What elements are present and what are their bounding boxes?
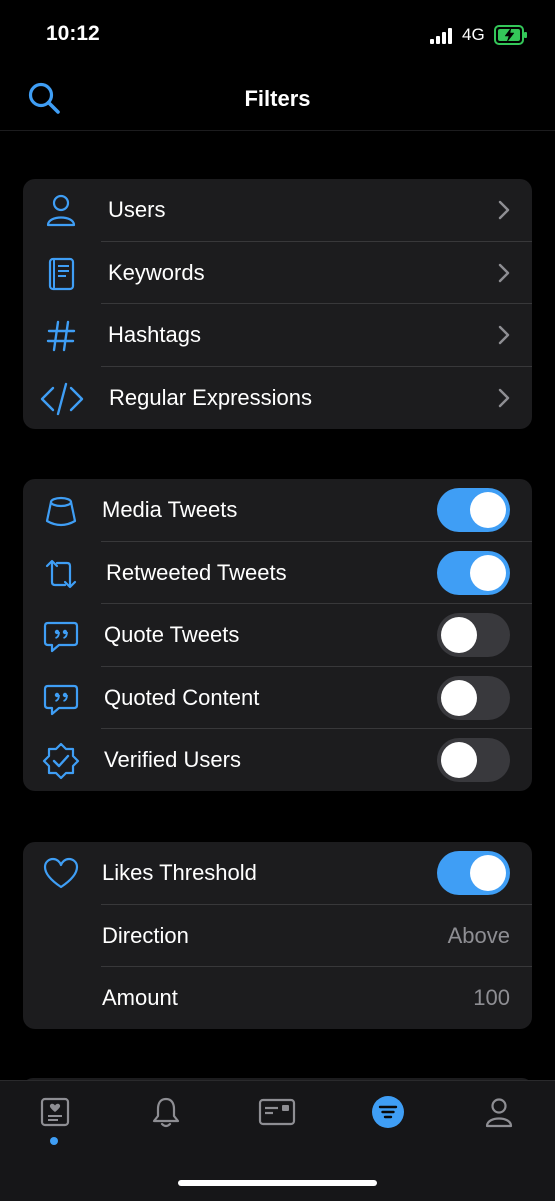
toggle-row-quoted-content: Quoted Content bbox=[23, 667, 532, 729]
quote-tweets-toggle[interactable] bbox=[437, 613, 510, 657]
toggle-row-verified-users: Verified Users bbox=[23, 729, 532, 792]
chevron-right-icon bbox=[498, 388, 510, 407]
media-tweets-toggle[interactable] bbox=[437, 488, 510, 532]
card-icon bbox=[258, 1098, 296, 1126]
tab-cards[interactable] bbox=[222, 1091, 333, 1151]
tab-profile[interactable] bbox=[444, 1091, 555, 1151]
filter-row-hashtags[interactable]: Hashtags bbox=[23, 304, 532, 367]
timeline-icon bbox=[40, 1097, 70, 1127]
toggle-row-label: Quoted Content bbox=[104, 684, 260, 710]
toggle-row-label: Media Tweets bbox=[102, 497, 238, 522]
person-icon bbox=[46, 194, 76, 227]
toggle-row-quote-tweets: Quote Tweets bbox=[23, 604, 532, 667]
amount-value: 100 bbox=[473, 985, 510, 1010]
quote-icon bbox=[43, 684, 79, 715]
code-icon bbox=[40, 382, 84, 415]
content-filters-card: Media Tweets Retweeted Tweets Quote Twee… bbox=[23, 479, 532, 791]
toggle-knob bbox=[441, 679, 477, 716]
filter-icon bbox=[372, 1096, 404, 1128]
filter-row-label: Regular Expressions bbox=[109, 384, 312, 410]
filter-row-keywords[interactable]: Keywords bbox=[23, 242, 532, 304]
filter-types-card: Users Keywords Hashtags Regular Expressi… bbox=[23, 179, 532, 429]
toggle-knob bbox=[470, 855, 506, 891]
chevron-right-icon bbox=[498, 325, 510, 345]
battery-charging-icon bbox=[494, 25, 527, 45]
verified-users-toggle[interactable] bbox=[437, 738, 510, 782]
retweet-icon bbox=[45, 559, 77, 588]
signal-icon bbox=[430, 28, 454, 44]
likes-threshold-label: Likes Threshold bbox=[102, 860, 257, 885]
amount-label: Amount bbox=[102, 985, 178, 1010]
toggle-knob bbox=[441, 742, 477, 778]
toggle-row-label: Retweeted Tweets bbox=[106, 559, 287, 585]
book-icon bbox=[48, 257, 75, 290]
page-title: Filters bbox=[244, 86, 311, 111]
heart-icon bbox=[43, 857, 79, 889]
toggle-row-media-tweets: Media Tweets bbox=[23, 479, 532, 542]
toggle-row-retweeted-tweets: Retweeted Tweets bbox=[23, 542, 532, 604]
amount-row[interactable]: Amount 100 bbox=[23, 967, 532, 1030]
status-bar: 10:12 4G bbox=[0, 0, 555, 70]
timeline-unread-dot bbox=[50, 1137, 58, 1145]
filter-row-regular-expressions[interactable]: Regular Expressions bbox=[23, 367, 532, 430]
filter-row-label: Users bbox=[108, 197, 166, 222]
toggle-knob bbox=[441, 617, 477, 653]
toggle-row-label: Quote Tweets bbox=[104, 622, 240, 647]
quote-icon bbox=[43, 621, 79, 653]
media-icon bbox=[45, 496, 77, 527]
direction-label: Direction bbox=[102, 922, 189, 948]
tab-filters[interactable] bbox=[333, 1091, 444, 1151]
verified-badge-icon bbox=[42, 742, 80, 780]
direction-row[interactable]: Direction Above bbox=[23, 905, 532, 967]
status-time: 10:12 bbox=[46, 22, 100, 45]
chevron-right-icon bbox=[498, 200, 510, 220]
filter-row-users[interactable]: Users bbox=[23, 179, 532, 242]
tab-notifications[interactable] bbox=[111, 1091, 222, 1151]
toggle-knob bbox=[470, 554, 506, 591]
hashtag-icon bbox=[46, 320, 76, 352]
toggle-row-label: Verified Users bbox=[104, 747, 241, 772]
toggle-knob bbox=[470, 492, 506, 528]
home-indicator bbox=[178, 1180, 377, 1186]
likes-threshold-toggle[interactable] bbox=[437, 851, 510, 895]
chevron-right-icon bbox=[498, 263, 510, 282]
navigation-bar: Filters bbox=[0, 70, 555, 131]
likes-threshold-card: Likes Threshold Direction Above Amount 1… bbox=[23, 842, 532, 1029]
likes-threshold-row: Likes Threshold bbox=[23, 842, 532, 905]
network-label: 4G bbox=[462, 25, 485, 44]
retweeted-tweets-toggle[interactable] bbox=[437, 550, 510, 595]
direction-value: Above bbox=[447, 922, 510, 948]
profile-icon bbox=[485, 1098, 513, 1128]
filter-row-label: Hashtags bbox=[108, 322, 201, 347]
quoted-content-toggle[interactable] bbox=[437, 675, 510, 720]
filter-row-label: Keywords bbox=[108, 259, 205, 285]
bell-icon bbox=[152, 1097, 180, 1128]
